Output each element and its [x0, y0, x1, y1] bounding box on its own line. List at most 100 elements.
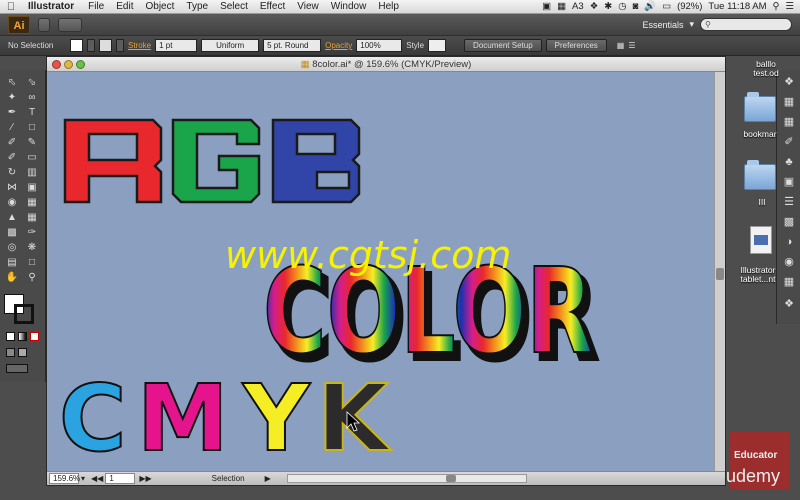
opacity-label[interactable]: Opacity [325, 41, 352, 50]
swatches-icon[interactable]: ▦ [781, 114, 797, 130]
menu-help[interactable]: Help [372, 1, 405, 12]
zoom-window-icon[interactable] [76, 60, 85, 69]
gradient-panel-icon[interactable]: ▩ [781, 214, 797, 230]
dropbox-icon[interactable]: ❖ [590, 1, 599, 12]
magic-wand-tool-icon[interactable]: ✦ [4, 91, 20, 104]
zoom-tool-icon[interactable]: ⚲ [24, 271, 40, 284]
selection-tool-icon[interactable]: ⬁ [4, 76, 20, 89]
align-icon[interactable]: ▦ [617, 41, 625, 50]
desktop-file-label[interactable]: balllo test.od [746, 60, 786, 78]
zoom-dropdown-icon[interactable]: ▾ [81, 474, 85, 483]
perspective-grid-tool-icon[interactable]: ▲ [4, 211, 20, 224]
document-file-icon[interactable] [750, 226, 772, 254]
brush-definition[interactable]: 5 pt. Round [263, 39, 322, 52]
pen-tool-icon[interactable]: ✒ [4, 106, 20, 119]
symbols-icon[interactable]: ♣ [781, 154, 797, 170]
stroke-label[interactable]: Stroke [128, 41, 151, 50]
menu-file[interactable]: File [82, 1, 110, 12]
artboard-tool-icon[interactable]: □ [24, 256, 40, 269]
free-transform-tool-icon[interactable]: ▣ [24, 181, 40, 194]
notification-icon[interactable]: ☰ [785, 1, 794, 12]
menu-select[interactable]: Select [214, 1, 254, 12]
stroke-weight-field[interactable]: 1 pt [155, 39, 198, 52]
lasso-tool-icon[interactable]: ∞ [24, 91, 40, 104]
bluetooth-icon[interactable]: ✱ [604, 1, 612, 12]
first-artboard-icon[interactable]: ◀◀ [91, 474, 103, 483]
chevron-down-icon[interactable]: ▾ [689, 19, 694, 30]
menu-app-name[interactable]: Illustrator [22, 1, 82, 12]
menu-type[interactable]: Type [180, 1, 214, 12]
horizontal-scroll-thumb[interactable] [445, 475, 456, 482]
rotate-tool-icon[interactable]: ↻ [4, 166, 20, 179]
fill-dropdown[interactable] [87, 39, 95, 52]
gradient-tool-icon[interactable]: ▩ [4, 226, 20, 239]
bridge-icon[interactable] [38, 17, 50, 32]
draw-behind-icon[interactable] [18, 348, 27, 357]
paintbrush-tool-icon[interactable]: ✐ [4, 136, 20, 149]
artboard-number-field[interactable]: 1 [105, 473, 136, 484]
screen-mode-icon[interactable] [6, 364, 28, 373]
menu-edit[interactable]: Edit [110, 1, 139, 12]
column-graph-tool-icon[interactable]: ▤ [4, 256, 20, 269]
menu-view[interactable]: View [291, 1, 325, 12]
folder-icon[interactable] [744, 92, 776, 122]
cmyk-letters[interactable]: C M Y K [58, 364, 393, 473]
direct-selection-tool-icon[interactable]: ⬂ [24, 76, 40, 89]
clipboard-icon[interactable]: ▦ [557, 1, 566, 12]
symbol-sprayer-tool-icon[interactable]: ❋ [24, 241, 40, 254]
search-help-input[interactable]: ⚲ [700, 18, 792, 31]
folder-icon[interactable] [744, 160, 776, 190]
shape-builder-tool-icon[interactable]: ◉ [4, 196, 20, 209]
status-menu-icon[interactable]: ▶ [265, 474, 271, 483]
screen-icon[interactable]: ▣ [542, 1, 551, 12]
color-guide-icon[interactable]: ▦ [781, 94, 797, 110]
none-mode-icon[interactable] [30, 332, 39, 341]
letter-b[interactable] [271, 118, 361, 204]
stroke-dropdown[interactable] [116, 39, 124, 52]
letter-y[interactable]: Y [241, 364, 312, 473]
zoom-level-field[interactable]: 159.6% [49, 473, 80, 484]
variable-width-profile[interactable]: Uniform [201, 39, 260, 52]
transparency-icon[interactable]: ◑ [781, 234, 797, 250]
line-tool-icon[interactable]: ∕ [4, 121, 20, 134]
graphic-styles-icon[interactable]: ▣ [781, 174, 797, 190]
gradient-mode-icon[interactable] [18, 332, 27, 341]
horizontal-scrollbar[interactable] [286, 474, 527, 483]
document-titlebar[interactable]: ▦ 8color.ai* @ 159.6% (CMYK/Preview) [47, 57, 725, 72]
width-tool-icon[interactable]: ⋈ [4, 181, 20, 194]
pencil-tool-icon[interactable]: ✎ [24, 136, 40, 149]
fill-color-swatch[interactable] [70, 39, 83, 52]
desktop-file-label[interactable]: Illustrator tablet...nt [736, 266, 780, 284]
letter-m[interactable]: M [136, 364, 230, 473]
align-panel-icon[interactable]: ▦ [781, 274, 797, 290]
mesh-tool-icon[interactable]: ▦ [24, 211, 40, 224]
volume-icon[interactable]: 🔊 [644, 1, 656, 12]
vertical-scroll-thumb[interactable] [716, 268, 724, 280]
next-artboard-icon[interactable]: ▶▶ [139, 474, 151, 483]
appearance-icon[interactable]: ◉ [781, 254, 797, 270]
clock[interactable]: Tue 11:18 AM [708, 1, 766, 12]
eraser-tool-icon[interactable]: ▭ [24, 151, 40, 164]
minimize-window-icon[interactable] [64, 60, 73, 69]
menu-object[interactable]: Object [139, 1, 180, 12]
blob-brush-tool-icon[interactable]: ✐ [4, 151, 20, 164]
scale-tool-icon[interactable]: ▥ [24, 166, 40, 179]
type-tool-icon[interactable]: T [24, 106, 40, 119]
color-mode-icon[interactable] [6, 332, 15, 341]
artboard-canvas[interactable]: COLOR COLOR www.cgtsj.com C M Y K [47, 72, 715, 473]
spotlight-icon[interactable]: ⚲ [773, 1, 780, 12]
vertical-scrollbar[interactable] [714, 72, 725, 473]
preferences-button[interactable]: Preferences [545, 39, 607, 52]
menu-window[interactable]: Window [325, 1, 373, 12]
desktop-folder-label[interactable]: bookmar [740, 130, 780, 139]
adobe-badge-icon[interactable]: A3 [572, 1, 584, 12]
workspace-switcher[interactable]: Essentials [642, 20, 683, 30]
time-machine-icon[interactable]: ◷ [618, 1, 626, 12]
arrange-documents-icon[interactable] [58, 17, 82, 32]
hand-tool-icon[interactable]: ✋ [4, 271, 20, 284]
draw-normal-icon[interactable] [6, 348, 15, 357]
document-setup-button[interactable]: Document Setup [464, 39, 542, 52]
graphic-style-swatch[interactable] [428, 39, 447, 52]
brushes-icon[interactable]: ✐ [781, 134, 797, 150]
close-window-icon[interactable] [52, 60, 61, 69]
